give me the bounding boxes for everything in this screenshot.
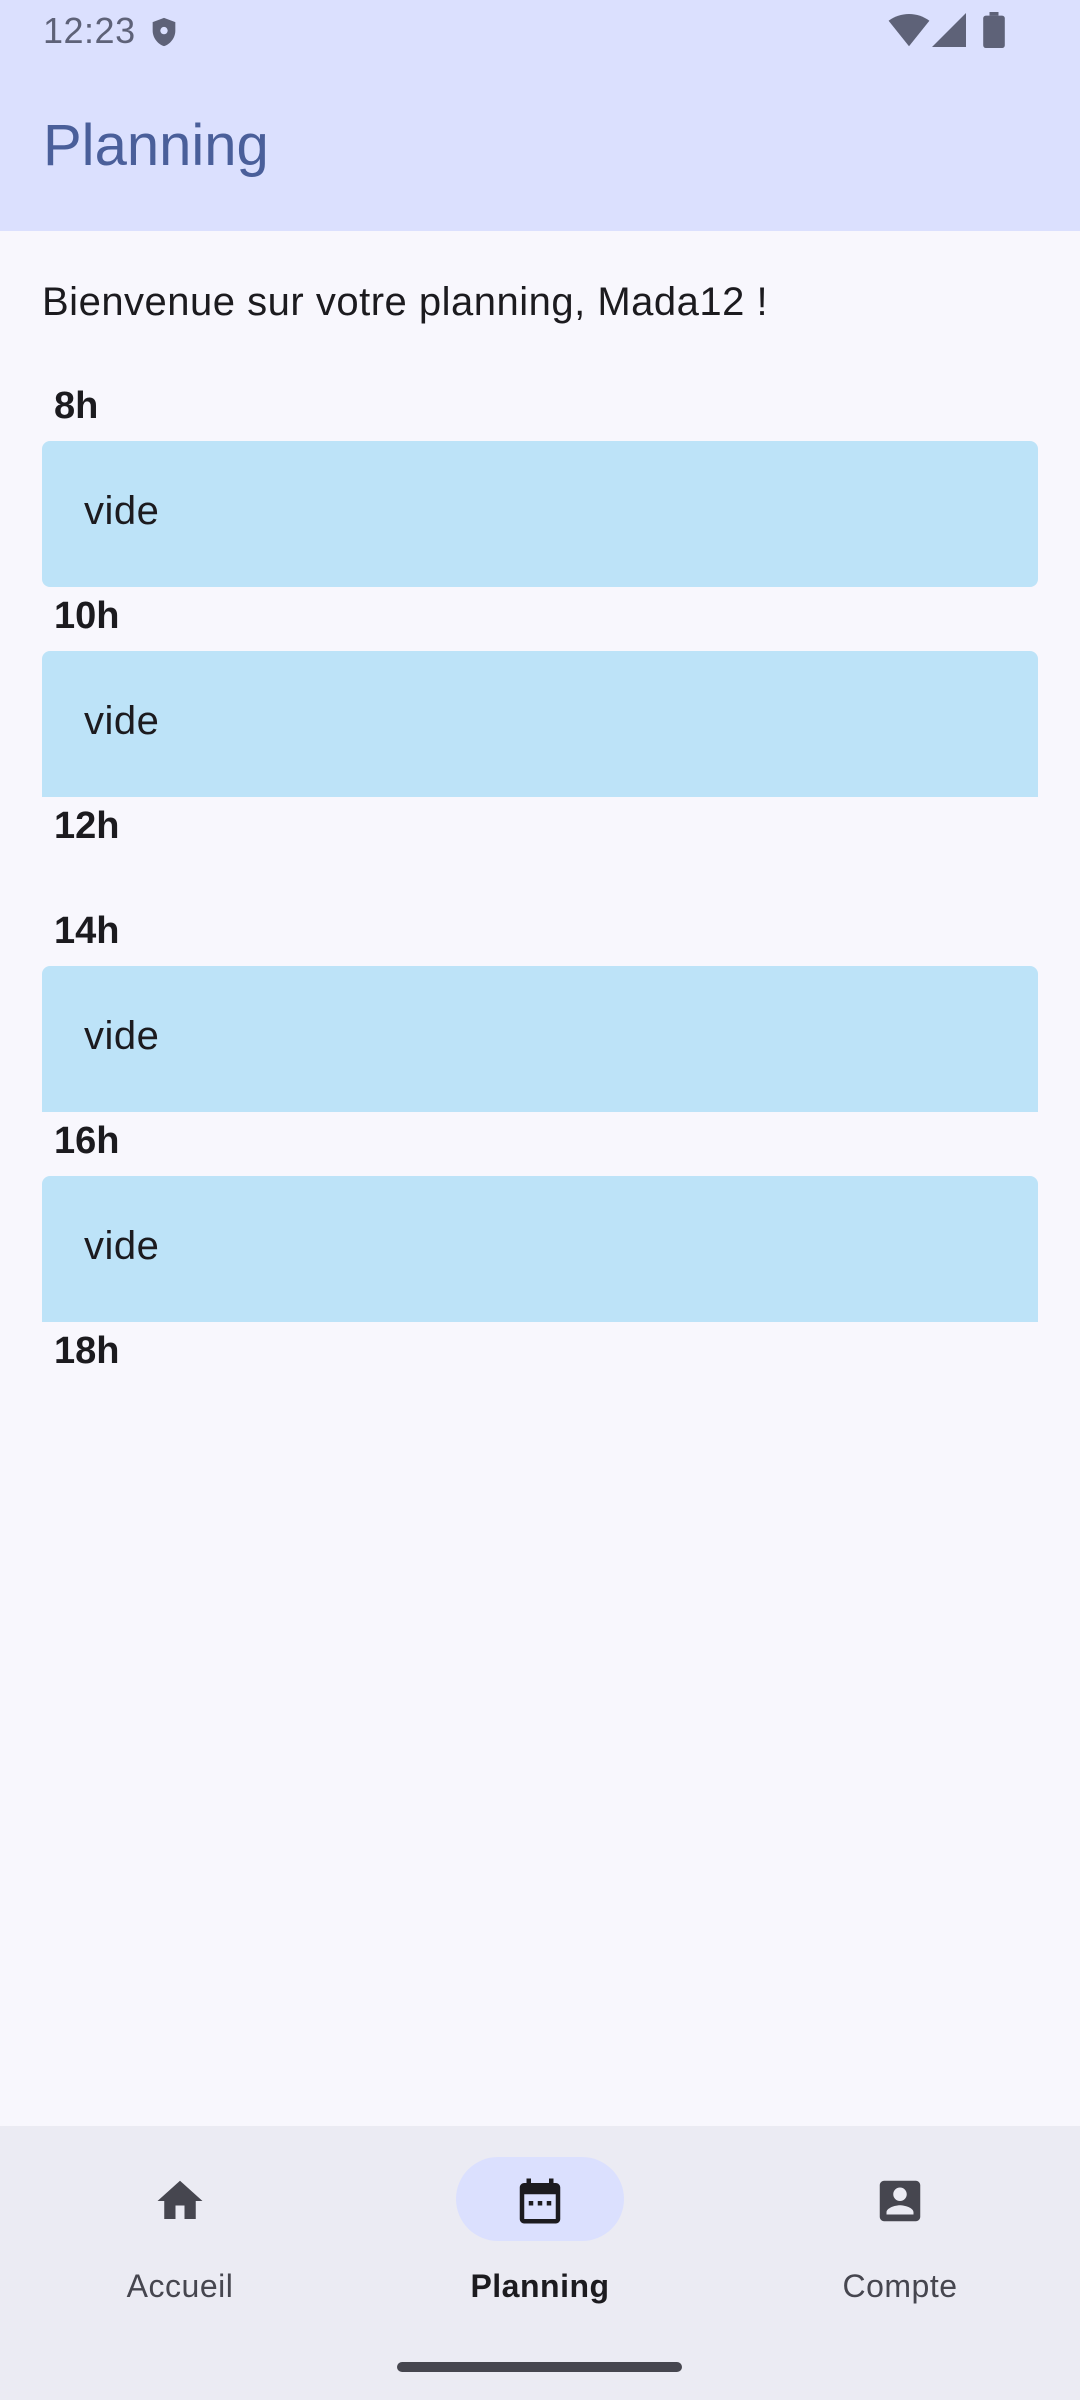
welcome-message: Bienvenue sur votre planning, Mada12 ! bbox=[42, 280, 769, 324]
schedule-slot-8h[interactable]: vide bbox=[42, 441, 1038, 587]
schedule-slot-10h[interactable]: vide bbox=[42, 651, 1038, 797]
planning-screen: 12:23 Planning Bienvenue sur votre plann… bbox=[0, 0, 1080, 2400]
slot-status: vide bbox=[84, 1014, 160, 1058]
wifi-icon bbox=[888, 14, 930, 47]
calendar-icon bbox=[519, 2178, 561, 2224]
nav-item-planning[interactable]: Planning bbox=[360, 2126, 720, 2326]
home-icon bbox=[157, 2180, 203, 2219]
hour-label-16h: 16h bbox=[54, 1120, 120, 1162]
nav-label-accueil: Accueil bbox=[126, 2268, 234, 2304]
slot-status: vide bbox=[84, 1224, 160, 1268]
nav-item-compte[interactable]: Compte bbox=[720, 2126, 1080, 2326]
gesture-home-indicator[interactable] bbox=[397, 2362, 682, 2372]
schedule-slot-16h[interactable]: vide bbox=[42, 1176, 1038, 1322]
schedule-slot-14h[interactable]: vide bbox=[42, 966, 1038, 1112]
page-title: Planning bbox=[43, 113, 269, 178]
nav-label-planning: Planning bbox=[470, 2268, 610, 2304]
battery-icon bbox=[983, 12, 1005, 48]
slot-status: vide bbox=[84, 489, 160, 533]
hour-label-12h: 12h bbox=[54, 805, 120, 847]
hour-label-14h: 14h bbox=[54, 910, 120, 952]
bottom-navigation: Accueil Planning Compte bbox=[0, 2126, 1080, 2400]
hour-label-10h: 10h bbox=[54, 595, 120, 637]
slot-status: vide bbox=[84, 699, 160, 743]
hour-label-8h: 8h bbox=[54, 385, 99, 427]
nav-label-compte: Compte bbox=[842, 2268, 958, 2304]
status-time: 12:23 bbox=[43, 10, 136, 51]
account-icon bbox=[879, 2180, 921, 2222]
nav-item-accueil[interactable]: Accueil bbox=[0, 2126, 360, 2326]
status-bar: 12:23 bbox=[0, 0, 1080, 62]
shield-icon bbox=[152, 17, 176, 47]
hour-label-18h: 18h bbox=[54, 1330, 120, 1372]
top-app-area: 12:23 Planning bbox=[0, 0, 1080, 231]
signal-icon bbox=[932, 13, 966, 47]
